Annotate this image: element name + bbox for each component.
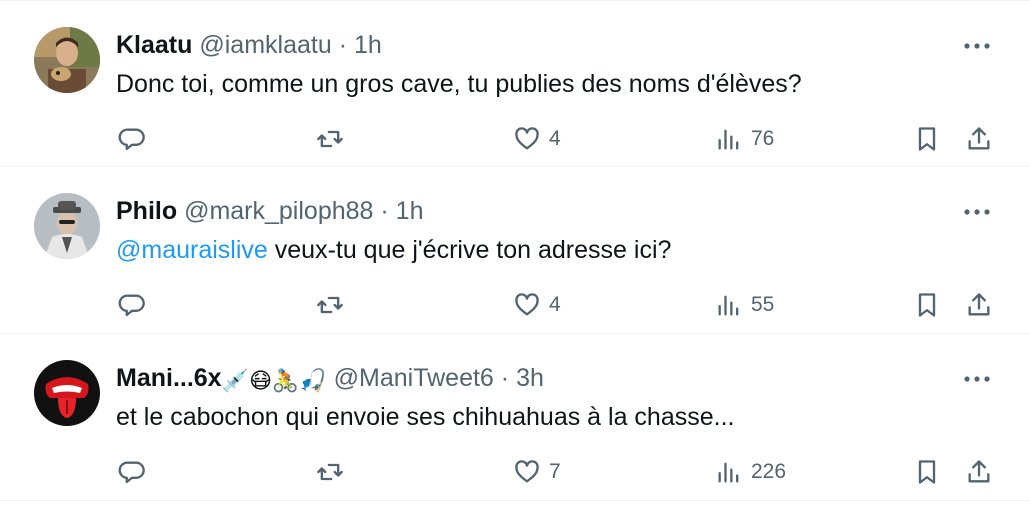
reply-button[interactable] bbox=[118, 120, 146, 158]
share-icon bbox=[968, 293, 990, 316]
avatar[interactable] bbox=[34, 360, 100, 426]
share-button[interactable] bbox=[965, 453, 993, 491]
like-count: 7 bbox=[549, 460, 561, 483]
more-icon[interactable] bbox=[962, 364, 992, 394]
tweet[interactable]: Klaatu @iamklaatu · 1h Donc toi, comme u… bbox=[0, 0, 1030, 167]
retweet-button[interactable] bbox=[316, 286, 344, 324]
retweet-icon bbox=[317, 296, 343, 314]
like-button[interactable]: 7 bbox=[513, 453, 561, 491]
bookmark-button[interactable] bbox=[913, 286, 941, 324]
timestamp[interactable]: 1h bbox=[396, 197, 424, 225]
tweet[interactable]: Mani...6x💉😷🚴🎣 @ManiTweet6 · 3h et le cab… bbox=[0, 334, 1030, 501]
name-emoji: 💉😷🚴🎣 bbox=[221, 368, 327, 393]
like-button[interactable]: 4 bbox=[513, 120, 561, 158]
share-icon bbox=[968, 460, 990, 483]
separator: · bbox=[500, 364, 510, 392]
more-icon[interactable] bbox=[962, 31, 992, 61]
tweet-text-content: veux-tu que j'écrive ton adresse ici? bbox=[267, 236, 672, 264]
bookmark-button[interactable] bbox=[913, 453, 941, 491]
bookmark-icon bbox=[918, 293, 936, 317]
avatar[interactable] bbox=[34, 193, 100, 259]
tweet[interactable]: Philo @mark_piloph88 · 1h @mauraislive v… bbox=[0, 167, 1030, 334]
views-button[interactable]: 55 bbox=[715, 286, 774, 324]
reply-icon bbox=[118, 461, 145, 484]
like-count: 4 bbox=[549, 127, 561, 150]
tweet-header: Philo @mark_piloph88 · 1h bbox=[116, 196, 423, 226]
bookmark-button[interactable] bbox=[913, 120, 941, 158]
like-count: 4 bbox=[549, 293, 561, 316]
view-count: 226 bbox=[751, 460, 787, 483]
tweet-text: Donc toi, comme un gros cave, tu publies… bbox=[116, 68, 802, 100]
separator: · bbox=[338, 31, 348, 59]
like-icon bbox=[515, 293, 539, 316]
reply-icon bbox=[118, 294, 145, 317]
user-handle[interactable]: @ManiTweet6 bbox=[334, 364, 494, 392]
tweet-header: Mani...6x💉😷🚴🎣 @ManiTweet6 · 3h bbox=[116, 363, 544, 396]
tweet-text: @mauraislive veux-tu que j'écrive ton ad… bbox=[116, 234, 671, 266]
tweet-text: et le cabochon qui envoie ses chihuahuas… bbox=[116, 401, 734, 433]
user-handle[interactable]: @iamklaatu bbox=[199, 31, 331, 59]
timestamp[interactable]: 1h bbox=[354, 31, 382, 59]
views-icon bbox=[718, 462, 739, 483]
like-button[interactable]: 4 bbox=[513, 286, 561, 324]
views-icon bbox=[718, 129, 739, 150]
view-count: 76 bbox=[751, 127, 775, 150]
like-icon bbox=[515, 460, 539, 483]
views-button[interactable]: 76 bbox=[715, 120, 774, 158]
mention-link[interactable]: @mauraislive bbox=[116, 236, 268, 264]
retweet-button[interactable] bbox=[316, 120, 344, 158]
share-button[interactable] bbox=[965, 286, 993, 324]
tweet-text-content: et le cabochon qui envoie ses chihuahuas… bbox=[116, 403, 735, 431]
tweet-header: Klaatu @iamklaatu · 1h bbox=[116, 30, 382, 60]
rolling-stones-tongue-avatar-image bbox=[34, 360, 100, 426]
klaatu-avatar-image bbox=[34, 27, 100, 93]
views-button[interactable]: 226 bbox=[715, 453, 786, 491]
tweet-actions: 4 55 bbox=[0, 286, 1030, 324]
share-icon bbox=[968, 127, 990, 150]
retweet-icon bbox=[317, 463, 343, 481]
user-handle[interactable]: @mark_piloph88 bbox=[184, 197, 373, 225]
like-icon bbox=[515, 127, 539, 150]
retweet-button[interactable] bbox=[316, 453, 344, 491]
tweet-actions: 4 76 bbox=[0, 120, 1030, 158]
more-icon[interactable] bbox=[962, 197, 992, 227]
display-name[interactable]: Philo bbox=[116, 197, 177, 225]
retweet-icon bbox=[317, 130, 343, 148]
tweet-text-content: Donc toi, comme un gros cave, tu publies… bbox=[116, 70, 802, 98]
display-name[interactable]: Mani...6x bbox=[116, 364, 222, 392]
bookmark-icon bbox=[918, 127, 936, 151]
bookmark-icon bbox=[918, 460, 936, 484]
view-count: 55 bbox=[751, 293, 775, 316]
separator: · bbox=[380, 197, 389, 225]
share-button[interactable] bbox=[965, 120, 993, 158]
reply-icon bbox=[118, 128, 145, 151]
timestamp[interactable]: 3h bbox=[516, 364, 544, 392]
reply-button[interactable] bbox=[118, 286, 146, 324]
reply-button[interactable] bbox=[118, 453, 146, 491]
display-name[interactable]: Klaatu bbox=[116, 31, 192, 59]
philo-avatar-image bbox=[34, 193, 100, 259]
tweet-actions: 7 226 bbox=[0, 453, 1030, 491]
views-icon bbox=[718, 295, 739, 316]
avatar[interactable] bbox=[34, 27, 100, 93]
